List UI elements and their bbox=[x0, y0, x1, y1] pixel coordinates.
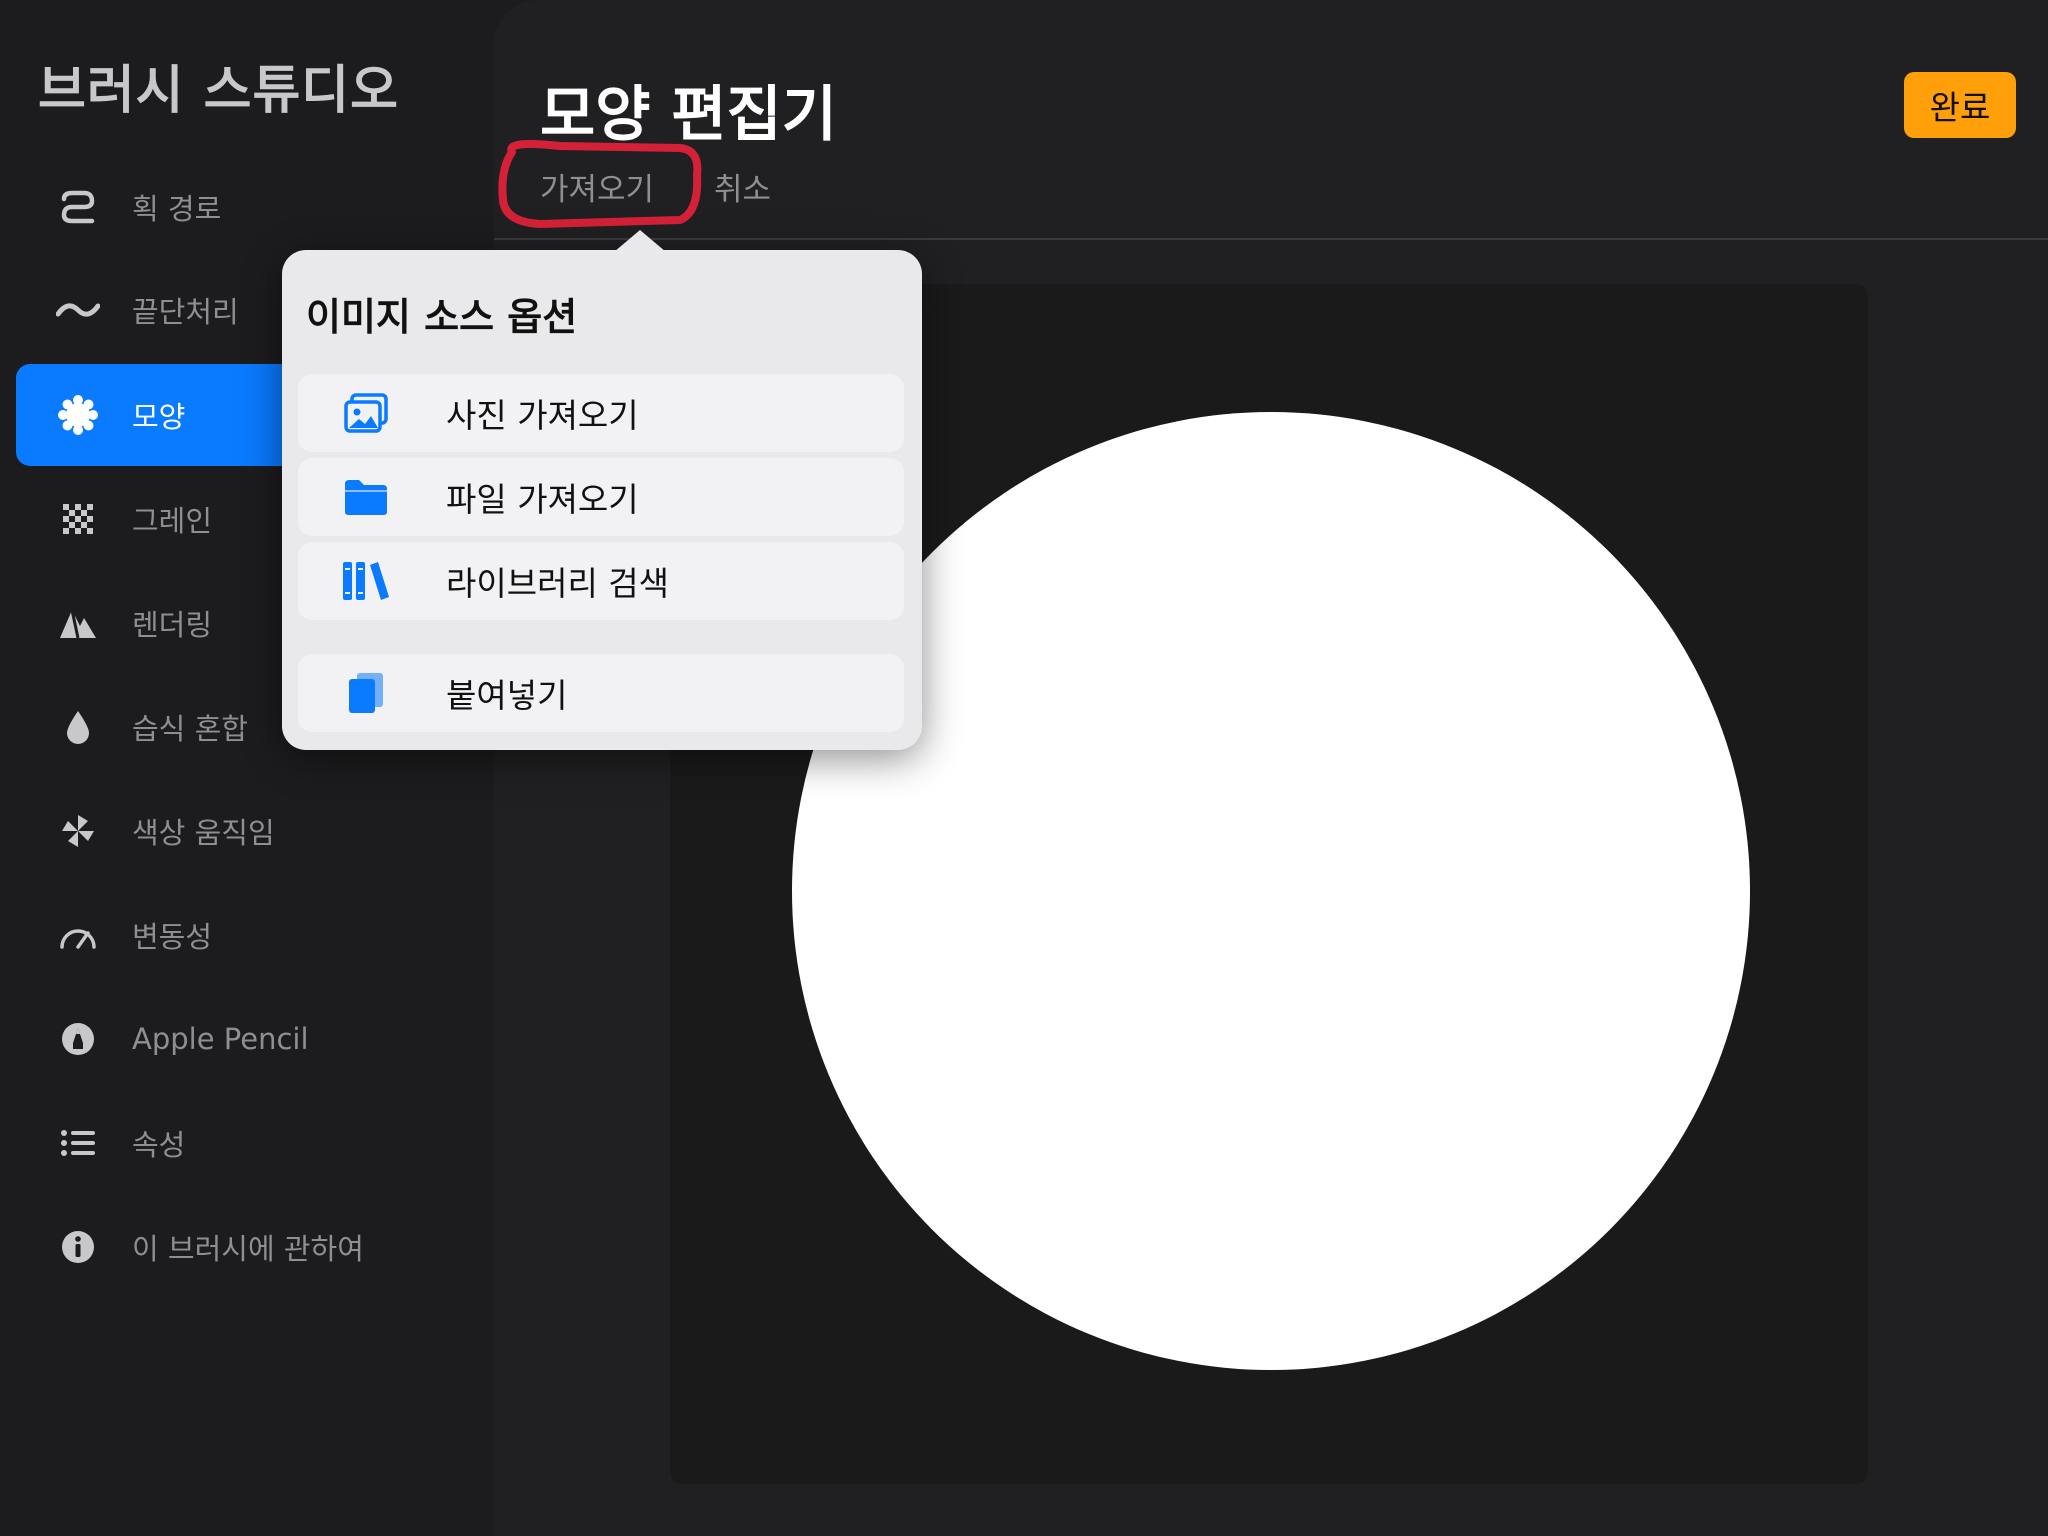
sidebar-item-properties[interactable]: 속성 bbox=[16, 1092, 536, 1194]
sidebar-item-label: 끝단처리 bbox=[132, 295, 239, 329]
sidebar-item-label: 습식 혼합 bbox=[132, 712, 248, 746]
sidebar-item-label: 획 경로 bbox=[132, 192, 222, 226]
popover-arrow bbox=[614, 230, 666, 252]
rendering-icon bbox=[46, 606, 110, 640]
sidebar-item-color-dynamics[interactable]: 색상 움직임 bbox=[16, 780, 536, 882]
import-photo-option[interactable]: 사진 가져오기 bbox=[298, 374, 904, 452]
sidebar-item-label: 색상 움직임 bbox=[132, 816, 275, 850]
sidebar-item-dynamics[interactable]: 변동성 bbox=[16, 884, 536, 986]
sidebar-item-label: 렌더링 bbox=[132, 608, 213, 642]
popover-item-label: 사진 가져오기 bbox=[446, 396, 639, 435]
sidebar-item-stroke-path[interactable]: 획 경로 bbox=[16, 156, 536, 258]
shape-preview-circle bbox=[792, 412, 1750, 1370]
page-title: 모양 편집기 bbox=[540, 80, 837, 150]
grain-icon bbox=[46, 504, 110, 534]
import-button[interactable]: 가져오기 bbox=[540, 164, 654, 209]
paste-icon bbox=[336, 671, 396, 715]
properties-icon bbox=[46, 1130, 110, 1156]
folder-icon bbox=[336, 478, 396, 516]
shape-icon bbox=[46, 395, 110, 435]
import-file-option[interactable]: 파일 가져오기 bbox=[298, 458, 904, 536]
sidebar: 브러시 스튜디오 획 경로 끝단처리 모양 그레인 렌더링 습식 혼합 색상 움… bbox=[0, 0, 536, 1536]
popover-item-label: 붙여넣기 bbox=[446, 676, 568, 715]
cancel-button[interactable]: 취소 bbox=[714, 164, 771, 209]
sidebar-item-apple-pencil[interactable]: Apple Pencil bbox=[16, 988, 536, 1090]
app-title: 브러시 스튜디오 bbox=[38, 61, 399, 121]
library-icon bbox=[336, 560, 396, 602]
search-library-option[interactable]: 라이브러리 검색 bbox=[298, 542, 904, 620]
sidebar-item-label: 변동성 bbox=[132, 920, 213, 954]
color-dynamics-icon bbox=[46, 813, 110, 849]
sidebar-item-label: Apple Pencil bbox=[132, 1022, 309, 1056]
image-source-popover: 이미지 소스 옵션 사진 가져오기 파일 가져오기 라이브러리 검색 붙여넣기 bbox=[282, 230, 922, 750]
sidebar-item-label: 이 브러시에 관하여 bbox=[132, 1232, 364, 1266]
sidebar-item-about[interactable]: 이 브러시에 관하여 bbox=[16, 1196, 536, 1298]
popover-title: 이미지 소스 옵션 bbox=[306, 295, 578, 339]
taper-icon bbox=[46, 298, 110, 322]
popover-item-label: 파일 가져오기 bbox=[446, 480, 639, 519]
sidebar-item-label: 모양 bbox=[132, 400, 186, 434]
header-divider bbox=[494, 238, 2048, 240]
popover-item-label: 라이브러리 검색 bbox=[446, 564, 670, 603]
info-icon bbox=[46, 1229, 110, 1265]
shape-editor-panel: 모양 편집기 가져오기 취소 완료 bbox=[494, 0, 2048, 1536]
stroke-path-icon bbox=[46, 187, 110, 227]
wet-mix-icon bbox=[46, 709, 110, 745]
photo-icon bbox=[336, 393, 396, 433]
dynamics-icon bbox=[46, 921, 110, 949]
done-button[interactable]: 완료 bbox=[1904, 72, 2016, 138]
sidebar-item-label: 속성 bbox=[132, 1128, 186, 1162]
paste-option[interactable]: 붙여넣기 bbox=[298, 654, 904, 732]
apple-pencil-icon bbox=[46, 1021, 110, 1057]
sidebar-item-label: 그레인 bbox=[132, 504, 213, 538]
